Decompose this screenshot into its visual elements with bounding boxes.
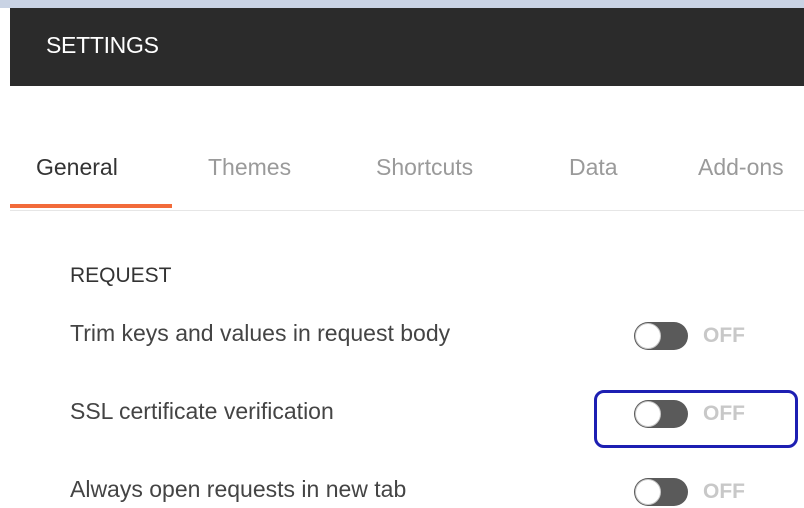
toggle-state-open-in-new-tab: OFF [703, 480, 745, 503]
toggle-open-in-new-tab[interactable] [634, 478, 688, 506]
active-tab-indicator [10, 204, 172, 208]
setting-label-trim-keys: Trim keys and values in request body [70, 320, 451, 346]
section-title-request: REQUEST [70, 264, 172, 287]
highlight-annotation [594, 390, 798, 448]
toggle-knob [635, 479, 661, 505]
setting-label-ssl-verification: SSL certificate verification [70, 398, 334, 424]
setting-label-open-in-new-tab: Always open requests in new tab [70, 476, 407, 502]
settings-page: SETTINGS General Themes Shortcuts Data A… [0, 0, 804, 508]
tab-data[interactable]: Data [569, 154, 618, 181]
tab-themes[interactable]: Themes [208, 154, 291, 181]
settings-header: SETTINGS [10, 8, 804, 86]
tab-shortcuts[interactable]: Shortcuts [376, 154, 473, 181]
tab-general[interactable]: General [36, 154, 118, 181]
settings-tabs: General Themes Shortcuts Data Add-ons [10, 140, 804, 211]
toggle-state-trim-keys: OFF [703, 324, 745, 347]
tab-add-ons[interactable]: Add-ons [698, 154, 784, 181]
toggle-trim-keys[interactable] [634, 322, 688, 350]
settings-title: SETTINGS [46, 32, 159, 58]
toggle-knob [635, 323, 661, 349]
window-top-strip [0, 0, 804, 8]
